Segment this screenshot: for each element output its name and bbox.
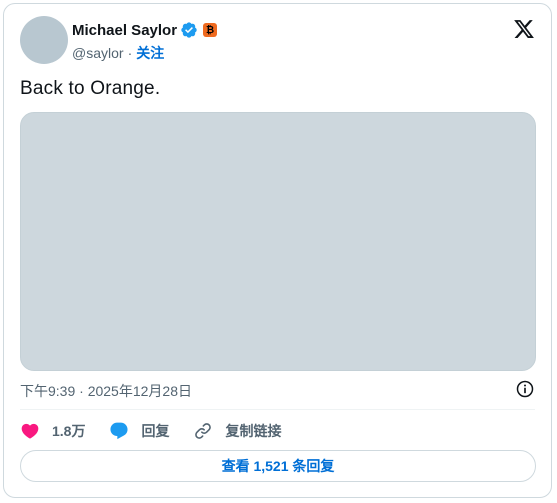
author-name[interactable]: Michael Saylor	[72, 22, 177, 39]
verified-badge-icon	[181, 22, 197, 38]
author-handle[interactable]: @saylor	[72, 45, 124, 61]
divider	[20, 409, 535, 410]
like-count: 1.8万	[52, 423, 86, 439]
avatar[interactable]	[20, 16, 68, 64]
copy-link-button[interactable]: 复制链接	[193, 421, 281, 441]
tweet-timestamp[interactable]: 下午9:39 · 2025年12月28日	[20, 381, 192, 401]
tweet-text: Back to Orange.	[20, 78, 161, 99]
reply-button[interactable]: 回复	[109, 421, 169, 441]
link-icon	[195, 423, 212, 439]
bitcoin-badge-icon: ₿	[203, 23, 218, 37]
tweet-media[interactable]	[20, 112, 536, 371]
author-name-row: Michael Saylor ₿	[72, 19, 218, 41]
heart-icon	[21, 423, 39, 439]
action-bar: 1.8万 回复 复制链接	[20, 419, 305, 443]
view-replies-button[interactable]: 查看 1,521 条回复	[20, 450, 536, 482]
reply-bubble-icon	[110, 422, 129, 440]
x-logo-icon[interactable]	[513, 18, 535, 40]
handle-row: @saylor · 关注	[72, 43, 164, 63]
info-icon[interactable]	[515, 379, 535, 399]
follow-link[interactable]: 关注	[136, 43, 164, 63]
tweet-embed-card: Michael Saylor ₿ @saylor · 关注 Back to Or…	[3, 3, 552, 498]
like-button[interactable]: 1.8万	[20, 421, 85, 441]
reply-label: 回复	[141, 423, 170, 439]
handle-separator: ·	[127, 45, 133, 61]
copy-link-label: 复制链接	[225, 423, 282, 439]
